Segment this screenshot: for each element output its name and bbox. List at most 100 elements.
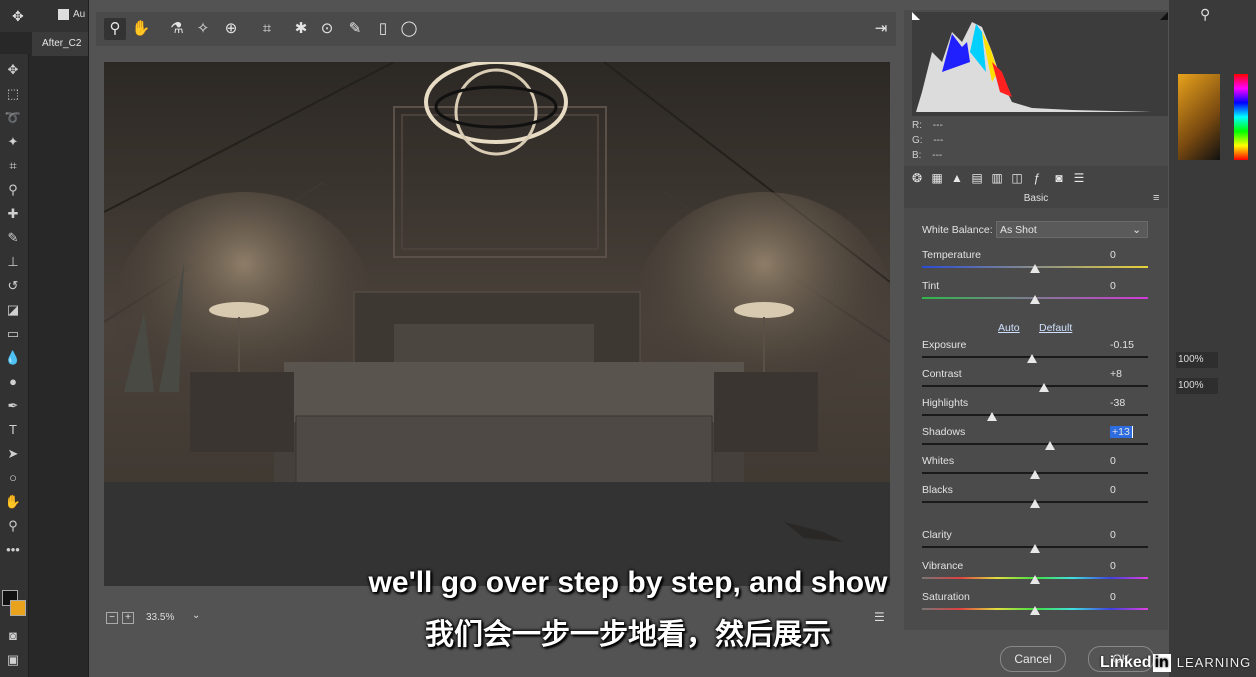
highlights-value[interactable]: -38 (1110, 397, 1144, 409)
subtitle-chinese: 我们会一步一步地看，然后展示 (424, 619, 831, 651)
shadows-label: Shadows (922, 426, 966, 438)
fill-value[interactable]: 100% (1176, 378, 1218, 394)
tab-lens-icon[interactable]: ◫ (1008, 170, 1026, 186)
contrast-value[interactable]: +8 (1110, 368, 1144, 380)
path-selection-tool-icon[interactable]: ➤ (2, 444, 24, 464)
subtitle-english: we'll go over step by step, and show (368, 566, 888, 599)
blacks-value[interactable]: 0 (1110, 484, 1144, 496)
shadows-slider-track[interactable] (922, 443, 1148, 445)
highlights-label: Highlights (922, 397, 969, 409)
shadows-slider-thumb[interactable] (1044, 441, 1055, 450)
dodge-tool-icon[interactable]: ● (2, 372, 24, 392)
open-preferences-icon[interactable]: ⇥ (870, 18, 892, 40)
bedroom-photo (104, 62, 890, 586)
tab-split-toning-icon[interactable]: ▥ (988, 170, 1006, 186)
b-label: B: (912, 150, 922, 161)
graduated-filter-icon[interactable]: ▯ (372, 18, 394, 40)
hand-tool-icon[interactable]: ✋ (2, 492, 24, 512)
white-balance-select[interactable]: As Shot ⌄ (996, 221, 1148, 238)
color-picker-field[interactable] (1178, 74, 1220, 160)
panel-menu-icon[interactable]: ≡ (1153, 192, 1159, 204)
watermark-learning: LEARNING (1176, 655, 1252, 670)
clarity-label: Clarity (922, 529, 952, 541)
white-balance-tool-icon[interactable]: ⚗ (166, 18, 188, 40)
screen-mode-icon[interactable]: ▣ (2, 650, 24, 670)
watermark-linked: Linked (1100, 654, 1152, 671)
camera-raw-toolbar: ⚲ ✋ ⚗ ✧ ⊕ ⌗ ✱ ⊙ ✎ ▯ ◯ ⇥ (96, 12, 896, 46)
temperature-value[interactable]: 0 (1110, 249, 1144, 261)
whites-slider-thumb[interactable] (1030, 470, 1040, 479)
tab-tone-curve-icon[interactable]: ▦ (928, 170, 946, 186)
clarity-value[interactable]: 0 (1110, 529, 1144, 541)
tint-slider-thumb[interactable] (1030, 295, 1040, 304)
exposure-label: Exposure (922, 339, 967, 351)
radial-filter-icon[interactable]: ◯ (398, 18, 420, 40)
tab-detail-icon[interactable]: ▲ (948, 170, 966, 186)
default-button[interactable]: Default (1039, 322, 1072, 334)
histogram-graph (912, 12, 1168, 112)
document-tab[interactable]: After_C2 (32, 32, 88, 56)
eraser-tool-icon[interactable]: ◪ (2, 300, 24, 320)
highlights-slider-track[interactable] (922, 414, 1148, 416)
history-brush-tool-icon[interactable]: ↺ (2, 276, 24, 296)
clarity-slider-thumb[interactable] (1030, 544, 1040, 553)
tab-hsl-icon[interactable]: ▤ (968, 170, 986, 186)
shadows-value[interactable]: +13 (1110, 426, 1133, 438)
crop-tool-icon[interactable]: ⌗ (2, 156, 24, 176)
g-value: --- (933, 135, 944, 146)
adjustment-brush-icon[interactable]: ✎ (344, 18, 366, 40)
gradient-tool-icon[interactable]: ▭ (2, 324, 24, 344)
hue-slider[interactable] (1234, 74, 1248, 160)
contrast-slider-thumb[interactable] (1039, 383, 1050, 392)
eyedropper-tool-icon[interactable]: ⚲ (2, 180, 24, 200)
tint-value[interactable]: 0 (1110, 280, 1144, 292)
linkedin-learning-watermark: Linked in LEARNING (1100, 654, 1251, 676)
magic-wand-tool-icon[interactable]: ✦ (2, 132, 24, 152)
targeted-adjustment-tool-icon[interactable]: ⊕ (220, 18, 242, 40)
highlights-slider-thumb[interactable] (987, 412, 998, 421)
move-tool-icon[interactable]: ✥ (2, 60, 24, 80)
exposure-slider-thumb[interactable] (1026, 354, 1037, 363)
tab-basic-icon[interactable]: ❂ (908, 170, 926, 186)
rgb-readout: R: --- G: --- B: --- (912, 120, 972, 164)
image-preview[interactable] (104, 62, 890, 586)
contrast-label: Contrast (922, 368, 962, 380)
brush-tool-icon[interactable]: ✎ (2, 228, 24, 248)
auto-select-label: Au (73, 9, 86, 20)
crop-tool-icon[interactable]: ⌗ (256, 18, 278, 40)
whites-value[interactable]: 0 (1110, 455, 1144, 467)
auto-select-checkbox[interactable] (58, 9, 69, 20)
search-icon[interactable]: ⚲ (1200, 6, 1210, 23)
temperature-slider-thumb[interactable] (1030, 264, 1040, 273)
exposure-value[interactable]: -0.15 (1110, 339, 1144, 351)
zoom-tool-icon[interactable]: ⚲ (2, 516, 24, 536)
tint-label: Tint (922, 280, 940, 292)
histogram (912, 12, 1168, 116)
ellipse-tool-icon[interactable]: ○ (2, 468, 24, 488)
blur-tool-icon[interactable]: 💧 (2, 348, 24, 368)
color-sampler-tool-icon[interactable]: ✧ (192, 18, 214, 40)
tab-effects-icon[interactable]: ƒ (1028, 170, 1046, 186)
contrast-slider-track[interactable] (922, 385, 1148, 387)
pen-tool-icon[interactable]: ✒ (2, 396, 24, 416)
panel-title: Basic (904, 190, 1168, 208)
opacity-value[interactable]: 100% (1176, 352, 1218, 368)
zoom-tool-icon[interactable]: ⚲ (104, 18, 126, 40)
tab-presets-icon[interactable]: ☰ (1070, 170, 1088, 186)
temperature-label: Temperature (922, 249, 981, 261)
marquee-tool-icon[interactable]: ⬚ (2, 84, 24, 104)
move-icon[interactable]: ✥ (12, 8, 24, 25)
red-eye-tool-icon[interactable]: ⊙ (316, 18, 338, 40)
stamp-tool-icon[interactable]: ⊥ (2, 252, 24, 272)
spot-removal-tool-icon[interactable]: ✱ (290, 18, 312, 40)
blacks-slider-thumb[interactable] (1030, 499, 1040, 508)
type-tool-icon[interactable]: T (2, 420, 24, 440)
auto-button[interactable]: Auto (998, 322, 1020, 334)
r-label: R: (912, 120, 922, 131)
lasso-tool-icon[interactable]: ➰ (2, 108, 24, 128)
tab-camera-calibration-icon[interactable]: ◙ (1050, 170, 1068, 186)
more-tools-icon[interactable]: ••• (2, 540, 24, 560)
hand-tool-icon[interactable]: ✋ (130, 18, 152, 40)
healing-brush-tool-icon[interactable]: ✚ (2, 204, 24, 224)
white-balance-value: As Shot (1000, 224, 1037, 236)
